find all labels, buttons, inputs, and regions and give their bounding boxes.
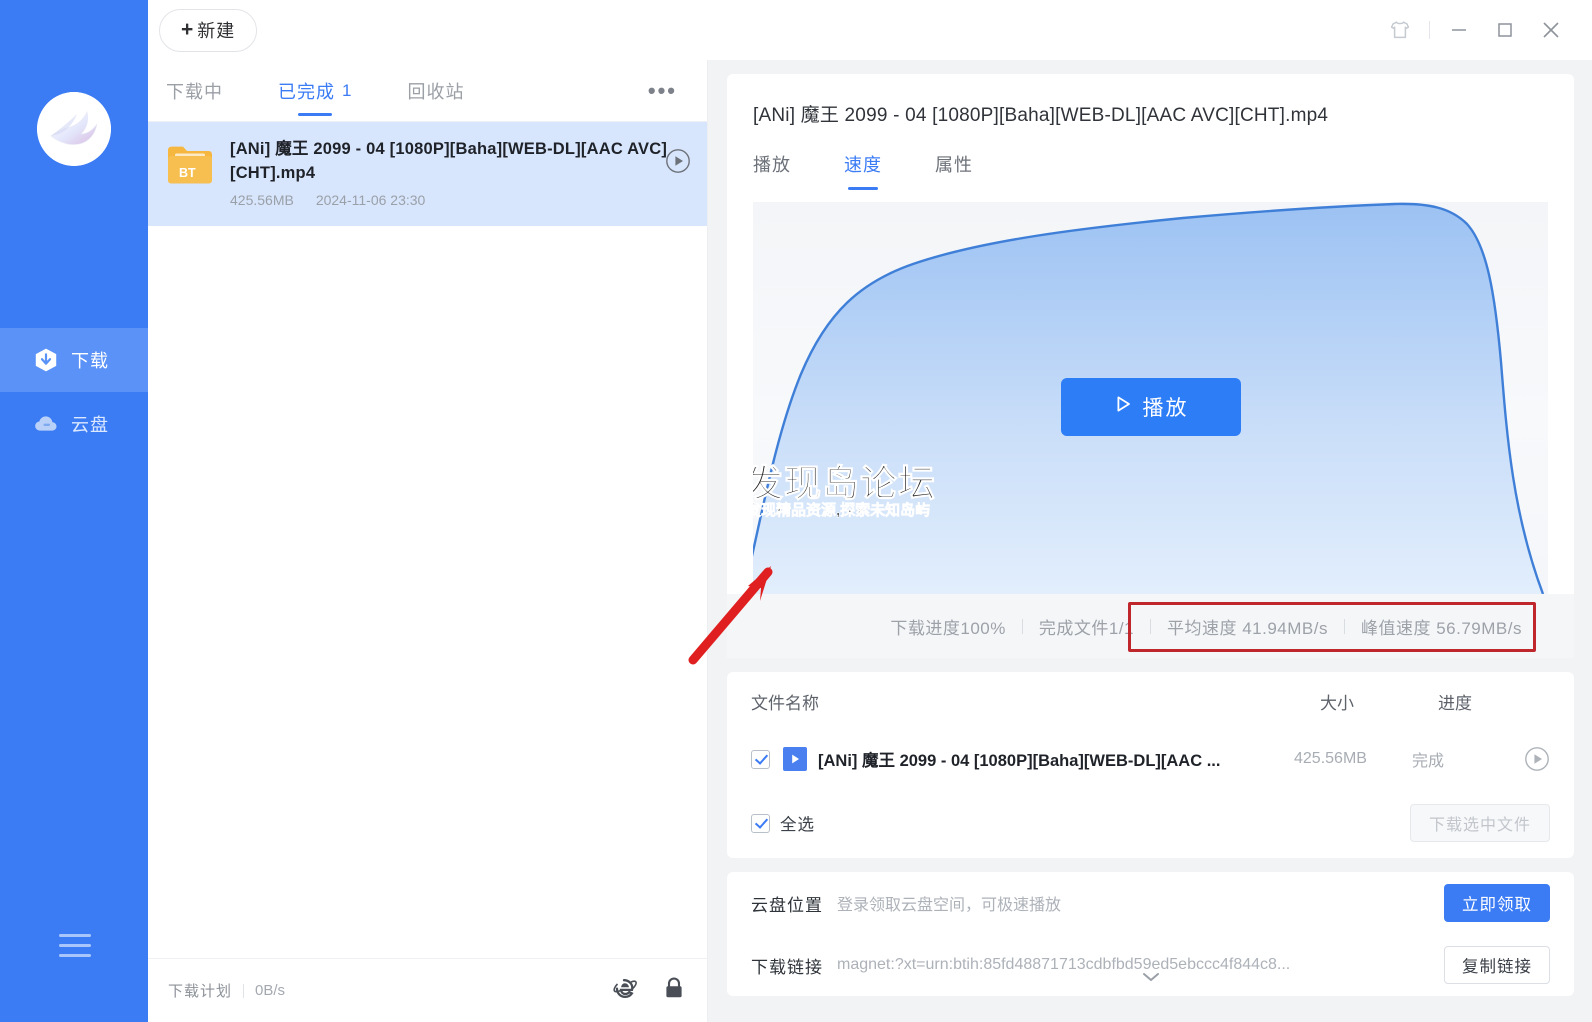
minimize-icon[interactable] bbox=[1436, 0, 1482, 60]
header-progress: 进度 bbox=[1438, 693, 1472, 713]
cloud-location-value: 登录领取云盘空间，可极速播放 bbox=[837, 897, 1062, 914]
download-link-label: 下载链接 bbox=[751, 957, 823, 977]
tab-downloading[interactable]: 下载中 bbox=[166, 60, 223, 122]
file-table-header: 文件名称 大小 进度 bbox=[751, 672, 1550, 730]
maximize-icon[interactable] bbox=[1482, 0, 1528, 60]
video-file-icon bbox=[783, 747, 807, 771]
control-divider bbox=[1429, 21, 1430, 39]
svg-text:BT: BT bbox=[179, 166, 196, 180]
task-list-pane: 下载中 已完成 1 回收站 ••• BT [ANi] 魔王 2099 - 04 … bbox=[148, 60, 708, 1022]
global-speed-value: 0B/s bbox=[255, 982, 286, 999]
file-list-footer: 全选 下载选中文件 bbox=[751, 788, 1550, 858]
hamburger-menu-icon[interactable] bbox=[59, 934, 91, 958]
task-size: 425.56MB bbox=[230, 192, 294, 208]
cloud-info-card: 云盘位置 登录领取云盘空间，可极速播放 立即领取 下载链接 magnet:?xt… bbox=[727, 872, 1574, 996]
sidebar: 下载 云盘 bbox=[0, 0, 148, 1022]
file-list-card: 文件名称 大小 进度 [ANi] 魔王 2099 - 04 [1080P][Ba… bbox=[727, 672, 1574, 858]
stat-progress: 下载进度100% bbox=[890, 618, 1006, 638]
status-bar: 下载计划 0B/s bbox=[148, 958, 707, 1022]
play-circle-icon[interactable] bbox=[665, 148, 691, 174]
play-triangle-icon bbox=[1113, 394, 1133, 420]
download-plan-label[interactable]: 下载计划 bbox=[168, 980, 232, 1001]
tab-speed[interactable]: 速度 bbox=[844, 151, 882, 190]
task-meta: [ANi] 魔王 2099 - 04 [1080P][Baha][WEB-DL]… bbox=[230, 137, 689, 208]
tab-recycle-bin[interactable]: 回收站 bbox=[407, 60, 464, 122]
cloud-location-label: 云盘位置 bbox=[751, 895, 823, 915]
row-size: 425.56MB bbox=[1294, 750, 1367, 767]
header-file-name: 文件名称 bbox=[751, 693, 819, 713]
tab-completed[interactable]: 已完成 1 bbox=[278, 60, 352, 122]
play-circle-icon[interactable] bbox=[1524, 746, 1550, 772]
tab-label: 播放 bbox=[753, 155, 791, 175]
app-window: 下载 云盘 + 新建 下载中 已完成 1 回收站 ••• BT [ANi] 魔王… bbox=[0, 0, 1592, 1022]
detail-tabs: 播放 速度 属性 bbox=[753, 151, 1548, 190]
stat-divider bbox=[1021, 618, 1023, 634]
stat-divider bbox=[1150, 618, 1151, 634]
claim-now-button[interactable]: 立即领取 bbox=[1444, 884, 1550, 922]
more-options-icon[interactable]: ••• bbox=[648, 79, 677, 101]
bt-folder-icon: BT bbox=[166, 142, 214, 186]
internet-explorer-icon[interactable] bbox=[611, 975, 637, 1006]
lock-icon[interactable] bbox=[663, 976, 685, 1005]
sidebar-item-label: 云盘 bbox=[71, 415, 109, 435]
window-controls bbox=[1377, 0, 1592, 60]
theme-skin-icon[interactable] bbox=[1377, 0, 1423, 60]
stat-files-done: 完成文件1/1 bbox=[1038, 618, 1134, 638]
task-title: [ANi] 魔王 2099 - 04 [1080P][Baha][WEB-DL]… bbox=[230, 140, 668, 182]
tab-label: 速度 bbox=[844, 155, 882, 175]
tab-play[interactable]: 播放 bbox=[753, 151, 791, 190]
sidebar-item-download[interactable]: 下载 bbox=[0, 328, 148, 392]
select-all-checkbox[interactable] bbox=[751, 813, 770, 833]
select-all-label: 全选 bbox=[780, 816, 815, 834]
main-area: + 新建 下载中 已完成 1 回收站 ••• BT [ANi] 魔王 2099 … bbox=[148, 0, 1592, 1022]
speed-chart: 发现岛论坛 发现精品资源,探索未知岛屿 播放 bbox=[753, 202, 1548, 594]
play-button[interactable]: 播放 bbox=[1060, 378, 1241, 436]
cloud-location-row: 云盘位置 登录领取云盘空间，可极速播放 立即领取 bbox=[751, 872, 1550, 934]
copy-link-button[interactable]: 复制链接 bbox=[1444, 946, 1550, 984]
speed-card: [ANi] 魔王 2099 - 04 [1080P][Baha][WEB-DL]… bbox=[727, 74, 1574, 658]
tab-label: 下载中 bbox=[166, 81, 223, 102]
row-progress: 完成 bbox=[1412, 753, 1445, 770]
tab-count: 1 bbox=[342, 80, 353, 100]
plus-icon: + bbox=[181, 18, 195, 41]
download-hexagon-icon bbox=[33, 347, 59, 373]
cloud-drive-icon bbox=[33, 411, 59, 437]
table-row[interactable]: [ANi] 魔王 2099 - 04 [1080P][Baha][WEB-DL]… bbox=[751, 730, 1550, 788]
close-icon[interactable] bbox=[1528, 0, 1574, 60]
stat-divider bbox=[1344, 618, 1345, 634]
row-file-name: [ANi] 魔王 2099 - 04 [1080P][Baha][WEB-DL]… bbox=[818, 752, 1221, 770]
task-date: 2024-11-06 23:30 bbox=[315, 192, 426, 208]
chevron-down-icon[interactable] bbox=[1138, 969, 1164, 990]
speed-stats-row: 下载进度100% 完成文件1/1 平均速度 41.94MB/s 峰值速度 56.… bbox=[727, 594, 1574, 658]
app-logo bbox=[37, 92, 111, 166]
row-checkbox[interactable] bbox=[751, 749, 770, 769]
tab-label: 已完成 bbox=[278, 81, 335, 102]
status-divider bbox=[243, 983, 245, 998]
header-size: 大小 bbox=[1320, 693, 1354, 713]
new-task-label: 新建 bbox=[197, 21, 236, 41]
sidebar-item-cloud-drive[interactable]: 云盘 bbox=[0, 392, 148, 456]
title-bar: + 新建 bbox=[148, 0, 1592, 60]
sidebar-item-label: 下载 bbox=[71, 351, 109, 371]
status-icons bbox=[611, 975, 685, 1006]
download-selected-button[interactable]: 下载选中文件 bbox=[1410, 804, 1550, 842]
task-subinfo: 425.56MB 2024-11-06 23:30 bbox=[230, 192, 667, 208]
task-list-item[interactable]: BT [ANi] 魔王 2099 - 04 [1080P][Baha][WEB-… bbox=[148, 122, 707, 226]
tab-properties[interactable]: 属性 bbox=[935, 151, 973, 190]
new-task-button[interactable]: + 新建 bbox=[159, 8, 258, 52]
detail-pane: [ANi] 魔王 2099 - 04 [1080P][Baha][WEB-DL]… bbox=[709, 60, 1592, 1022]
stat-average-speed: 平均速度 41.94MB/s bbox=[1167, 618, 1328, 638]
tab-label: 回收站 bbox=[407, 81, 465, 102]
task-tabs: 下载中 已完成 1 回收站 ••• bbox=[148, 60, 707, 122]
stat-peak-speed: 峰值速度 56.79MB/s bbox=[1361, 618, 1522, 638]
detail-file-title: [ANi] 魔王 2099 - 04 [1080P][Baha][WEB-DL]… bbox=[753, 105, 1329, 126]
play-button-label: 播放 bbox=[1142, 397, 1189, 420]
tab-label: 属性 bbox=[935, 155, 973, 175]
